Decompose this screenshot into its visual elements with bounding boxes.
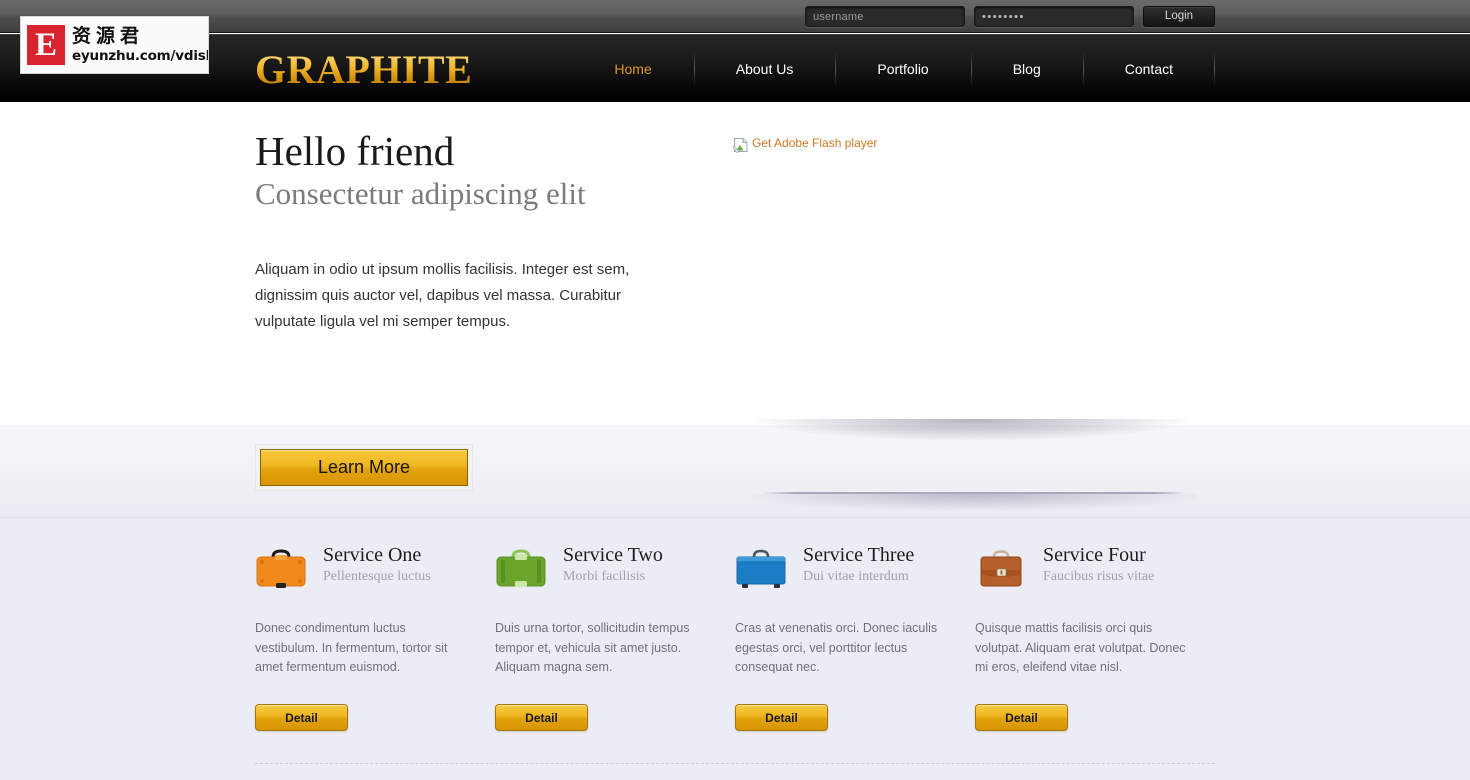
curve-divider-shadow bbox=[752, 494, 1197, 510]
service-body: Duis urna tortor, sollicitudin tempus te… bbox=[495, 621, 690, 674]
service-card-two: Service Two Morbi facilisis Duis urna to… bbox=[495, 518, 735, 731]
service-header: Service One Pellentesque luctus bbox=[255, 518, 451, 590]
nav-item-about-us[interactable]: About Us bbox=[693, 35, 836, 103]
detail-button[interactable]: Detail bbox=[495, 704, 588, 731]
learn-more-button[interactable]: Learn More bbox=[260, 449, 468, 486]
service-card-three: Service Three Dui vitae interdum Cras at… bbox=[735, 518, 975, 731]
flash-alt-text: Get Adobe Flash player bbox=[752, 136, 878, 150]
curve-shadow-decoration bbox=[755, 419, 1190, 441]
flash-placeholder: Get Adobe Flash player bbox=[733, 136, 877, 153]
service-header: Service Three Dui vitae interdum bbox=[735, 518, 931, 590]
detail-button[interactable]: Detail bbox=[255, 704, 348, 731]
watermark-url: eyunzhu.com/vdisk bbox=[72, 47, 209, 64]
site-logo[interactable]: GRAPHITE bbox=[255, 50, 472, 90]
hero-inner: Hello friend Consectetur adipiscing elit… bbox=[255, 102, 1215, 425]
briefcase-icon bbox=[975, 548, 1027, 590]
watermark-chinese: 资源君 bbox=[72, 24, 145, 47]
nav-item-contact[interactable]: Contact bbox=[1082, 35, 1216, 103]
login-button[interactable]: Login bbox=[1143, 6, 1215, 27]
service-header: Service Four Faucibus risus vitae bbox=[975, 518, 1171, 590]
service-subtitle: Dui vitae interdum bbox=[803, 569, 909, 584]
nav-item-portfolio[interactable]: Portfolio bbox=[835, 35, 970, 103]
learn-more-band: Learn More bbox=[0, 419, 1470, 518]
hero-section: Hello friend Consectetur adipiscing elit… bbox=[0, 102, 1470, 425]
broken-image-icon bbox=[733, 137, 749, 153]
service-titles: Service Two Morbi facilisis bbox=[563, 542, 663, 586]
watermark-text: 资源君 eyunzhu.com/vdisk bbox=[72, 24, 209, 64]
service-title: Service Two bbox=[563, 544, 663, 566]
service-title: Service Four bbox=[1043, 544, 1146, 566]
service-titles: Service One Pellentesque luctus bbox=[323, 542, 431, 586]
nav-item-home[interactable]: Home bbox=[572, 35, 693, 103]
learn-more-frame: Learn More bbox=[255, 444, 473, 491]
username-input[interactable] bbox=[805, 6, 965, 27]
nav-links: Home About Us Portfolio Blog Contact bbox=[572, 35, 1216, 103]
service-subtitle: Faucibus risus vitae bbox=[1043, 569, 1155, 584]
login-form: Login bbox=[805, 6, 1215, 27]
briefcase-icon bbox=[735, 548, 787, 590]
service-subtitle: Morbi facilisis bbox=[563, 569, 646, 584]
service-titles: Service Three Dui vitae interdum bbox=[803, 542, 914, 586]
service-body: Quisque mattis facilisis orci quis volut… bbox=[975, 621, 1186, 674]
main-navbar: GRAPHITE Home About Us Portfolio Blog Co… bbox=[0, 34, 1470, 102]
watermark-logo: E 资源君 eyunzhu.com/vdisk bbox=[20, 16, 209, 74]
briefcase-icon bbox=[495, 548, 547, 590]
briefcase-icon bbox=[255, 548, 307, 590]
services-section: Service One Pellentesque luctus Donec co… bbox=[0, 518, 1470, 780]
hero-subheading: Consectetur adipiscing elit bbox=[255, 176, 586, 211]
top-login-bar: Login bbox=[0, 0, 1470, 33]
nav-item-blog[interactable]: Blog bbox=[970, 35, 1083, 103]
services-inner: Service One Pellentesque luctus Donec co… bbox=[255, 518, 1215, 780]
service-titles: Service Four Faucibus risus vitae bbox=[1043, 542, 1154, 586]
navbar-inner: GRAPHITE Home About Us Portfolio Blog Co… bbox=[255, 35, 1216, 103]
service-card-one: Service One Pellentesque luctus Donec co… bbox=[255, 518, 495, 731]
detail-button[interactable]: Detail bbox=[975, 704, 1068, 731]
service-header: Service Two Morbi facilisis bbox=[495, 518, 691, 590]
hero-heading: Hello friend bbox=[255, 128, 455, 174]
service-subtitle: Pellentesque luctus bbox=[323, 569, 431, 584]
service-card-four: Service Four Faucibus risus vitae Quisqu… bbox=[975, 518, 1215, 731]
hero-paragraph: Aliquam in odio ut ipsum mollis facilisi… bbox=[255, 261, 630, 330]
detail-button[interactable]: Detail bbox=[735, 704, 828, 731]
service-title: Service One bbox=[323, 544, 422, 566]
service-body: Cras at venenatis orci. Donec iaculis eg… bbox=[735, 621, 938, 674]
service-title: Service Three bbox=[803, 544, 915, 566]
password-input[interactable] bbox=[974, 6, 1134, 27]
watermark-letter-icon: E bbox=[27, 25, 65, 65]
section-divider bbox=[255, 763, 1215, 764]
services-row: Service One Pellentesque luctus Donec co… bbox=[255, 518, 1215, 731]
service-body: Donec condimentum luctus vestibulum. In … bbox=[255, 621, 448, 674]
